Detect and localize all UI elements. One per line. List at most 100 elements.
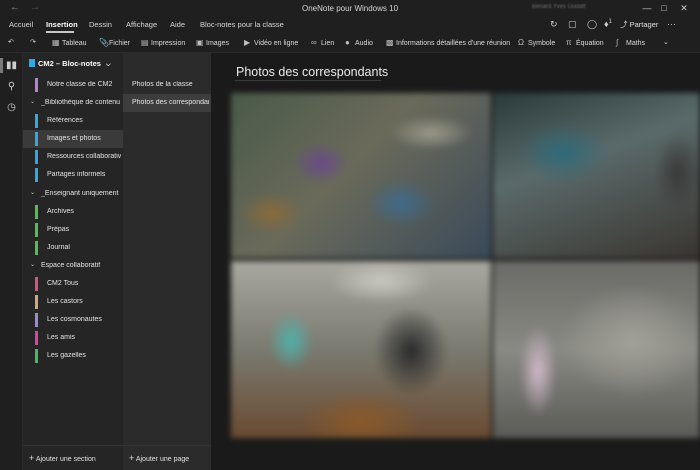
insert-symbol-button[interactable]: Ω Symbole: [518, 38, 555, 47]
share-icon: ⤴: [620, 20, 628, 29]
section-color-tab: [35, 168, 38, 182]
meeting-details-button[interactable]: ▩ Informations détaillées d'une réunion: [386, 38, 510, 47]
close-icon[interactable]: ✕: [677, 2, 691, 14]
insert-table-label: Tableau: [62, 40, 87, 47]
notebook-name: CM2 – Bloc-notes: [38, 59, 101, 68]
section-images-et-photos[interactable]: Images et photos: [23, 130, 123, 148]
chevron-down-icon: ⌄: [30, 190, 36, 196]
insert-video-label: Vidéo en ligne: [254, 40, 299, 47]
section-label: Ressources collaboratives: [47, 153, 121, 160]
section-notre-classe[interactable]: Notre classe de CM2: [23, 76, 123, 94]
page-photos-classe[interactable]: Photos de la classe: [123, 76, 211, 94]
ribbon-expand-chevron-icon[interactable]: ⌄: [663, 38, 669, 46]
share-button[interactable]: ⤴ Partager: [620, 19, 658, 30]
section-les-gazelles[interactable]: Les gazelles: [23, 347, 123, 365]
section-label: Partages informels: [47, 171, 106, 178]
insert-table-button[interactable]: ▦ Tableau: [52, 38, 87, 47]
meeting-details-label: Informations détaillées d'une réunion: [396, 40, 511, 47]
insert-printout-button[interactable]: ▤ Impression: [141, 38, 185, 47]
insert-file-button[interactable]: 📎Fichier: [99, 38, 130, 47]
add-section-button[interactable]: + Ajouter une section: [29, 453, 96, 463]
section-references[interactable]: Références: [23, 112, 123, 130]
group-label: _Bibliothèque de contenu: [41, 99, 121, 106]
page-canvas[interactable]: Photos des correspondants: [211, 53, 700, 470]
section-les-amis[interactable]: Les amis: [23, 329, 123, 347]
insert-link-label: Lien: [321, 40, 335, 47]
user-name[interactable]: Bénard Yves Gudatt: [532, 4, 586, 10]
notebook-selector[interactable]: CM2 – Bloc-notes ⌵: [29, 59, 111, 69]
section-color-tab: [35, 205, 38, 219]
title-underline: [235, 80, 381, 81]
omega-icon: Ω: [518, 38, 524, 47]
notebooks-icon[interactable]: ▮▮: [5, 59, 18, 72]
search-icon[interactable]: ⚲: [5, 80, 18, 93]
notebook-icon[interactable]: ▢: [568, 19, 577, 30]
more-options-icon[interactable]: ···: [667, 19, 676, 29]
notification-count: 1: [608, 19, 612, 25]
section-archives[interactable]: Archives: [23, 203, 123, 221]
bell-icon[interactable]: ♦1: [604, 19, 612, 29]
section-journal[interactable]: Journal: [23, 239, 123, 257]
insert-audio-button[interactable]: ● Audio: [345, 38, 373, 47]
insert-link-button[interactable]: ∞ Lien: [311, 38, 334, 47]
group-label: _Enseignant uniquement: [41, 190, 119, 197]
section-cm2-tous[interactable]: CM2 Tous: [23, 275, 123, 293]
section-color-tab: [35, 277, 38, 291]
page-title[interactable]: Photos des correspondants: [236, 65, 388, 79]
group-enseignant[interactable]: ⌄ _Enseignant uniquement: [23, 185, 123, 203]
menu-insertion[interactable]: Insertion: [46, 20, 78, 29]
menu-dessin[interactable]: Dessin: [89, 20, 112, 29]
printout-icon: ▤: [141, 38, 149, 47]
section-color-tab: [35, 114, 38, 128]
section-color-tab: [35, 223, 38, 237]
lightbulb-icon[interactable]: ◯: [587, 19, 597, 30]
picture-icon: ▣: [196, 38, 204, 47]
maximize-icon[interactable]: □: [657, 2, 671, 14]
section-les-castors[interactable]: Les castors: [23, 293, 123, 311]
page-label: Photos des correspondants: [132, 99, 209, 106]
section-label: Journal: [47, 244, 70, 251]
insert-images-label: Images: [206, 40, 229, 47]
menu-aide[interactable]: Aide: [170, 20, 185, 29]
chevron-down-icon: ⌵: [106, 62, 111, 68]
group-espace-collaboratif[interactable]: ⌄ Espace collaboratif: [23, 257, 123, 275]
page-photos-correspondants[interactable]: Photos des correspondants: [123, 94, 211, 112]
insert-equation-button[interactable]: π Équation: [566, 38, 604, 47]
photo-screen: [493, 93, 700, 258]
photo-students: [231, 261, 491, 438]
add-page-button[interactable]: + Ajouter une page: [129, 453, 189, 463]
menu-accueil[interactable]: Accueil: [9, 20, 33, 29]
menu-bloc-notes-classe[interactable]: Bloc-notes pour la classe: [200, 20, 284, 29]
insert-equation-label: Équation: [576, 40, 604, 47]
pages-pane: Photos de la classe Photos des correspon…: [123, 53, 211, 470]
redo-icon[interactable]: ↷: [30, 38, 36, 46]
window-title: OneNote pour Windows 10: [301, 4, 399, 13]
menu-affichage[interactable]: Affichage: [126, 20, 157, 29]
section-les-cosmonautes[interactable]: Les cosmonautes: [23, 311, 123, 329]
rail-active-indicator: [0, 58, 3, 73]
sections-pane: CM2 – Bloc-notes ⌵ Notre classe de CM2 ⌄…: [23, 53, 123, 470]
section-ressources[interactable]: Ressources collaboratives: [23, 148, 123, 166]
undo-icon[interactable]: ↶: [8, 38, 14, 46]
minimize-icon[interactable]: —: [640, 2, 654, 14]
section-prepas[interactable]: Prépas: [23, 221, 123, 239]
section-label: Les cosmonautes: [47, 316, 102, 323]
blurred-photo-collage[interactable]: [231, 93, 700, 438]
math-button[interactable]: ∫ Maths: [616, 38, 645, 47]
pi-icon: π: [566, 38, 572, 47]
insert-video-button[interactable]: ▶ Vidéo en ligne: [244, 38, 298, 47]
section-partages[interactable]: Partages informels: [23, 166, 123, 184]
photo-classroom-1: [231, 93, 491, 258]
section-color-tab: [35, 150, 38, 164]
section-label: Prépas: [47, 226, 70, 233]
sync-icon[interactable]: ↻: [550, 19, 558, 30]
math-label: Maths: [626, 40, 646, 47]
table-icon: ▦: [52, 38, 60, 47]
plus-icon: +: [29, 453, 35, 463]
meeting-icon: ▩: [386, 38, 394, 47]
group-bibliotheque[interactable]: ⌄ _Bibliothèque de contenu: [23, 94, 123, 112]
section-color-tab: [35, 349, 38, 363]
recent-clock-icon[interactable]: ◷: [5, 101, 18, 114]
share-label: Partager: [629, 20, 659, 29]
insert-images-button[interactable]: ▣ Images: [196, 38, 229, 47]
